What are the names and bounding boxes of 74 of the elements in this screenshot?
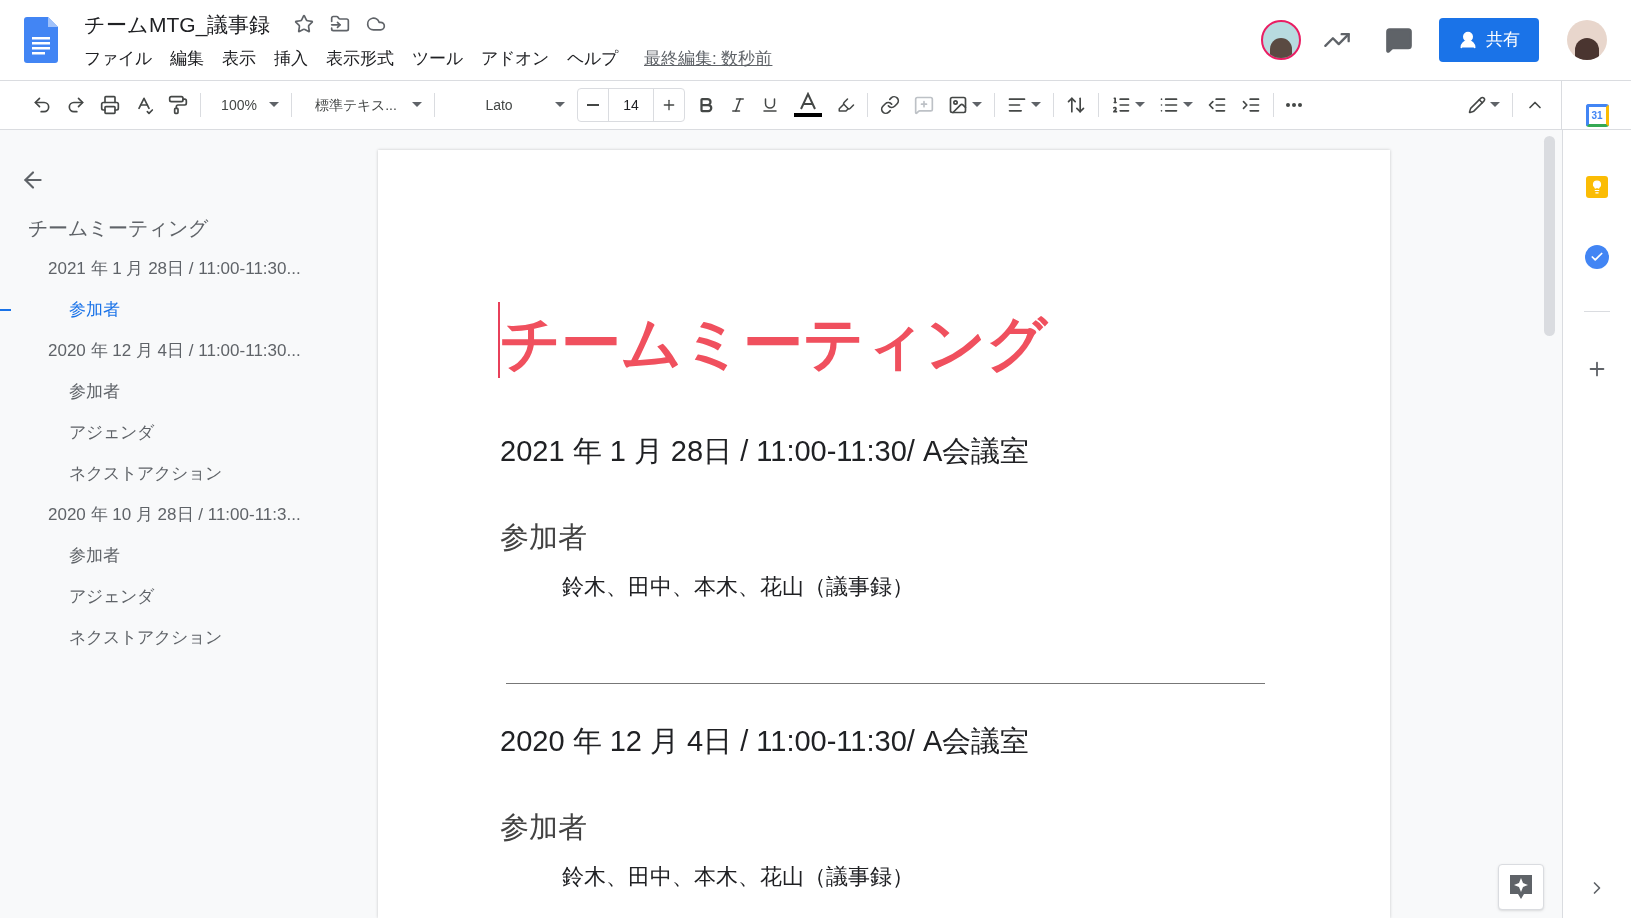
underline-icon xyxy=(761,96,779,114)
outline-item[interactable]: ネクストアクション xyxy=(69,460,222,487)
add-comment-icon xyxy=(914,95,934,115)
last-edit-link[interactable]: 最終編集: 数秒前 xyxy=(644,46,773,72)
italic-icon xyxy=(729,96,747,114)
align-left-icon xyxy=(1007,95,1027,115)
menu-item[interactable]: 表示形式 xyxy=(326,46,394,72)
menu-item[interactable]: ツール xyxy=(412,46,463,72)
text-color-icon xyxy=(793,92,823,118)
redo-icon xyxy=(66,95,86,115)
section-heading: 2021 年 1 月 28日 / 11:00-11:30/ A会議室 xyxy=(500,434,1031,469)
plus-icon xyxy=(661,97,677,113)
outline-item[interactable]: 2020 年 10 月 28日 / 11:00-11:3... xyxy=(48,501,301,528)
paint-roller-icon xyxy=(168,95,188,115)
calendar-icon[interactable]: 31 xyxy=(1585,104,1609,127)
share-button[interactable]: 共有 xyxy=(1439,18,1539,62)
style-dropdown[interactable]: 標準テキス... xyxy=(298,89,428,121)
menu-item[interactable]: 挿入 xyxy=(274,46,308,72)
menu-item[interactable]: 表示 xyxy=(222,46,256,72)
outline-item[interactable]: 2021 年 1 月 28日 / 11:00-11:30... xyxy=(48,255,301,282)
document-logo-icon[interactable] xyxy=(24,17,58,63)
body-text: 鈴木、田中、本木、花山（議事録） xyxy=(562,573,915,601)
caret-icon xyxy=(1031,102,1041,108)
menu-item[interactable]: ヘルプ xyxy=(567,46,618,72)
outline-item[interactable]: チームミーティング xyxy=(28,212,208,243)
account-avatar[interactable] xyxy=(1567,20,1607,60)
person-icon xyxy=(1458,30,1478,50)
caret-icon xyxy=(1135,102,1145,108)
move-folder-icon[interactable] xyxy=(330,14,351,35)
outline-item[interactable]: ネクストアクション xyxy=(69,624,222,651)
explore-button[interactable] xyxy=(1498,864,1544,910)
printer-icon xyxy=(100,95,120,115)
undo-icon xyxy=(32,95,52,115)
sparkle-icon xyxy=(1508,873,1534,901)
outline-item[interactable]: アジェンダ xyxy=(69,419,154,446)
link-icon xyxy=(880,95,900,115)
section-subheading: 参加者 xyxy=(500,809,588,845)
zoom-dropdown[interactable]: 100% xyxy=(207,89,285,121)
menu-item[interactable]: ファイル xyxy=(84,46,152,72)
collaborator-avatar[interactable] xyxy=(1261,20,1301,60)
outline-item[interactable]: 2020 年 12 月 4日 / 11:00-11:30... xyxy=(48,337,301,364)
star-icon[interactable] xyxy=(294,14,315,35)
highlighter-icon xyxy=(837,96,855,114)
font-dropdown[interactable]: Lato xyxy=(441,89,571,121)
outline-item[interactable]: 参加者 xyxy=(69,296,120,323)
menu-item[interactable]: 編集 xyxy=(170,46,204,72)
decrease-indent-icon xyxy=(1207,95,1227,115)
image-icon xyxy=(948,95,968,115)
section-heading: 2020 年 12 月 4日 / 11:00-11:30/ A会議室 xyxy=(500,724,1031,759)
numbered-list-icon xyxy=(1111,95,1131,115)
body-text: 鈴木、田中、本木、花山（議事録） xyxy=(562,863,915,891)
caret-icon xyxy=(269,102,279,108)
pencil-icon xyxy=(1468,96,1486,114)
caret-icon xyxy=(412,102,422,108)
increase-indent-icon xyxy=(1241,95,1261,115)
more-icon xyxy=(1286,103,1302,107)
caret-icon xyxy=(1183,102,1193,108)
outline-item[interactable]: 参加者 xyxy=(69,542,120,569)
outline-item[interactable]: アジェンダ xyxy=(69,583,154,610)
comments-icon[interactable] xyxy=(1385,26,1413,54)
caret-icon xyxy=(1490,102,1500,108)
outline-item[interactable]: 参加者 xyxy=(69,378,120,405)
tasks-icon[interactable] xyxy=(1585,245,1609,269)
document-heading: チームミーティング xyxy=(500,312,1050,376)
section-subheading: 参加者 xyxy=(500,519,588,555)
line-spacing-icon xyxy=(1066,95,1086,115)
minus-icon xyxy=(587,104,599,106)
menu-item[interactable]: アドオン xyxy=(481,46,549,72)
document-title[interactable]: チームMTG_議事録 xyxy=(84,8,271,40)
bulleted-list-icon xyxy=(1159,95,1179,115)
bold-icon xyxy=(697,96,715,114)
caret-icon xyxy=(972,102,982,108)
current-position-marker xyxy=(0,308,11,311)
caret-icon xyxy=(555,102,565,108)
